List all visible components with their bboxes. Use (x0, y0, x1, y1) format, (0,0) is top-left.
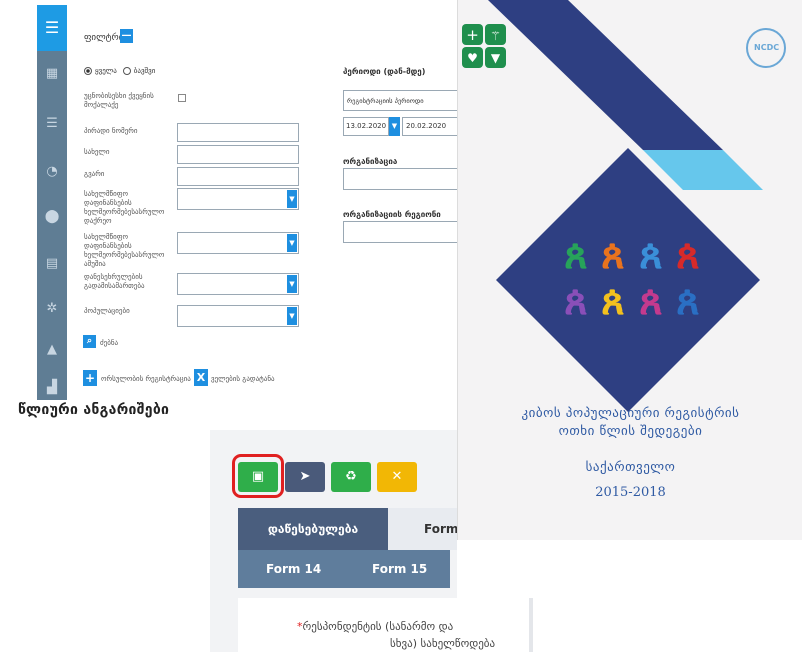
clear-icon[interactable]: X (194, 369, 208, 386)
date-from-value: 13.02.2020 (346, 122, 387, 130)
last-name-input[interactable] (177, 167, 299, 186)
svg-text:⚚: ⚚ (490, 29, 501, 43)
list-icon[interactable]: ☰ (37, 105, 67, 141)
filter-title: ფილტრი (84, 33, 124, 43)
radio-all-label: ყველა (95, 67, 117, 75)
send-button[interactable]: ➤ (285, 462, 325, 492)
population-radio-group: ყველა ბავშვი (84, 67, 155, 75)
app-sidebar: ▦ ☰ ◔ ⬤ ▤ ✲ ▲ ▟ (37, 5, 67, 400)
respondent-label-line1: რესპონდენტის (სანარმო და (302, 620, 454, 633)
ribbon-icon: ጰ (564, 278, 588, 324)
radio-child[interactable] (122, 67, 131, 75)
cancer-registry-poster: + ⚚ ♥ ▼ NCDC ጰ ጰ ጰ ጰ ጰ ጰ ጰ ጰ კიბოს პოპულ… (457, 0, 802, 540)
database-icon[interactable]: ⬤ (37, 198, 67, 234)
poster-country: საქართველო (585, 460, 676, 475)
ribbon-icon: ጰ (676, 232, 700, 278)
chevron-down-icon: ▼ (287, 307, 297, 325)
period-title: პერიოდი (დან-მდე) (343, 67, 426, 76)
ribbon-icon: ጰ (601, 278, 625, 324)
period-type-value: რეგისტრაციის პერიოდი (347, 97, 424, 105)
poster-title-line2: ოთხი წლის შედეგები (558, 424, 703, 439)
search-icon[interactable]: ⌕ (83, 335, 96, 348)
period-type-select[interactable]: რეგისტრაციის პერიოდი (343, 90, 458, 111)
first-name-input[interactable] (177, 145, 299, 164)
add-icon[interactable]: + (83, 370, 97, 386)
date-to-input[interactable]: 20.02.2020 (402, 117, 458, 136)
last-name-label: გვარი (84, 170, 105, 178)
foreign-citizen-checkbox[interactable] (178, 94, 186, 102)
radio-all[interactable] (84, 67, 92, 75)
x-icon: ✕ (391, 469, 403, 484)
ncdc-logo: NCDC (746, 28, 786, 68)
annual-reports-title: წლიური ანგარიშები (18, 402, 170, 418)
ribbon-icon: ጰ (676, 278, 700, 324)
tab-form-14[interactable]: Form 14 (266, 562, 321, 576)
document-icon[interactable]: ▤ (37, 245, 67, 281)
personal-id-input[interactable] (177, 123, 299, 142)
filter-collapse-button[interactable]: — (120, 29, 133, 43)
radio-child-label: ბავშვი (133, 67, 156, 75)
svg-text:♥: ♥ (467, 51, 478, 65)
organization-region-input[interactable] (343, 221, 458, 243)
state-funding-2-select[interactable]: ▼ (177, 232, 299, 254)
redirect-select[interactable]: ▼ (177, 273, 299, 295)
floppy-icon: ▣ (251, 469, 265, 484)
poster-title-line1: კიბოს პოპულაციური რეგისტრის (521, 406, 740, 421)
populations-label: პოპულაციები (84, 307, 130, 315)
bar-chart-icon[interactable]: ▟ (37, 369, 67, 405)
populations-select[interactable]: ▼ (177, 305, 299, 327)
organization-region-title: ორგანიზაციის რეგიონი (343, 210, 441, 219)
chevron-down-icon: ▼ (287, 275, 297, 293)
ministry-logo: + ⚚ ♥ ▼ (462, 24, 506, 68)
recycle-button[interactable]: ♻ (331, 462, 371, 492)
save-button[interactable]: ▣ (238, 462, 278, 492)
close-button[interactable]: ✕ (377, 462, 417, 492)
ribbon-icon: ጰ (564, 232, 588, 278)
menu-button[interactable]: ☰ (37, 5, 67, 51)
state-funding-label: სახელმწიფო დაფინანსების ხელმეორმებესასრუ… (84, 190, 165, 225)
hamburger-icon: ☰ (44, 18, 60, 37)
paper-plane-icon: ➤ (299, 469, 311, 484)
chevron-down-icon: ▼ (287, 234, 297, 252)
ribbon-icon: ጰ (639, 278, 663, 324)
pyramid-icon[interactable]: ▲ (37, 331, 67, 367)
svg-text:+: + (466, 26, 479, 44)
organization-title: ორგანიზაცია (343, 157, 398, 166)
add-registration-link[interactable]: ორსულობის რეგისტრაცია (101, 375, 191, 384)
foreign-citizen-label: უცნობისესხი ქვეყნის მოქალაქე (84, 92, 154, 109)
poster-years: 2015-2018 (595, 485, 666, 500)
svg-text:▼: ▼ (491, 51, 501, 65)
form-scrollbar[interactable] (529, 598, 533, 652)
recycle-icon: ♻ (345, 469, 357, 484)
tab-form-15[interactable]: Form 15 (372, 562, 427, 576)
organization-input[interactable] (343, 168, 458, 190)
respondent-label-line2: სხვა) სახელწოდება (390, 637, 496, 650)
ribbon-icon: ጰ (639, 232, 663, 278)
respondent-label: *რესპონდენტის (სანარმო და (297, 620, 453, 633)
state-funding-select[interactable]: ▼ (177, 188, 299, 210)
tab-organization[interactable]: დაწესებულება (238, 508, 388, 550)
first-name-label: სახელი (84, 148, 110, 156)
chevron-down-icon: ▼ (287, 190, 297, 208)
date-to-value: 20.02.2020 (406, 122, 447, 130)
clear-fields-link[interactable]: ველების გადატანა (211, 375, 275, 384)
grid-icon[interactable]: ▦ (37, 55, 67, 91)
tab-form[interactable]: Form (388, 508, 457, 550)
date-picker-chevron-icon[interactable]: ▼ (389, 117, 400, 136)
personal-id-label: პირადი ნომერი (84, 127, 138, 135)
ribbon-icon: ጰ (601, 232, 625, 278)
redirect-label: დანესეხრულების გადამისამართება (84, 273, 145, 290)
pie-chart-icon[interactable]: ◔ (37, 153, 67, 189)
date-from-input[interactable]: 13.02.2020 (343, 117, 389, 136)
search-label[interactable]: ძებნა (100, 339, 118, 348)
network-icon[interactable]: ✲ (37, 290, 67, 326)
state-funding-2-label: სახელმწიფო დაფინანსების ხელმეორმებესასრუ… (84, 233, 165, 268)
ribbon-grid: ጰ ጰ ጰ ጰ ጰ ጰ ጰ ጰ (558, 228, 708, 328)
